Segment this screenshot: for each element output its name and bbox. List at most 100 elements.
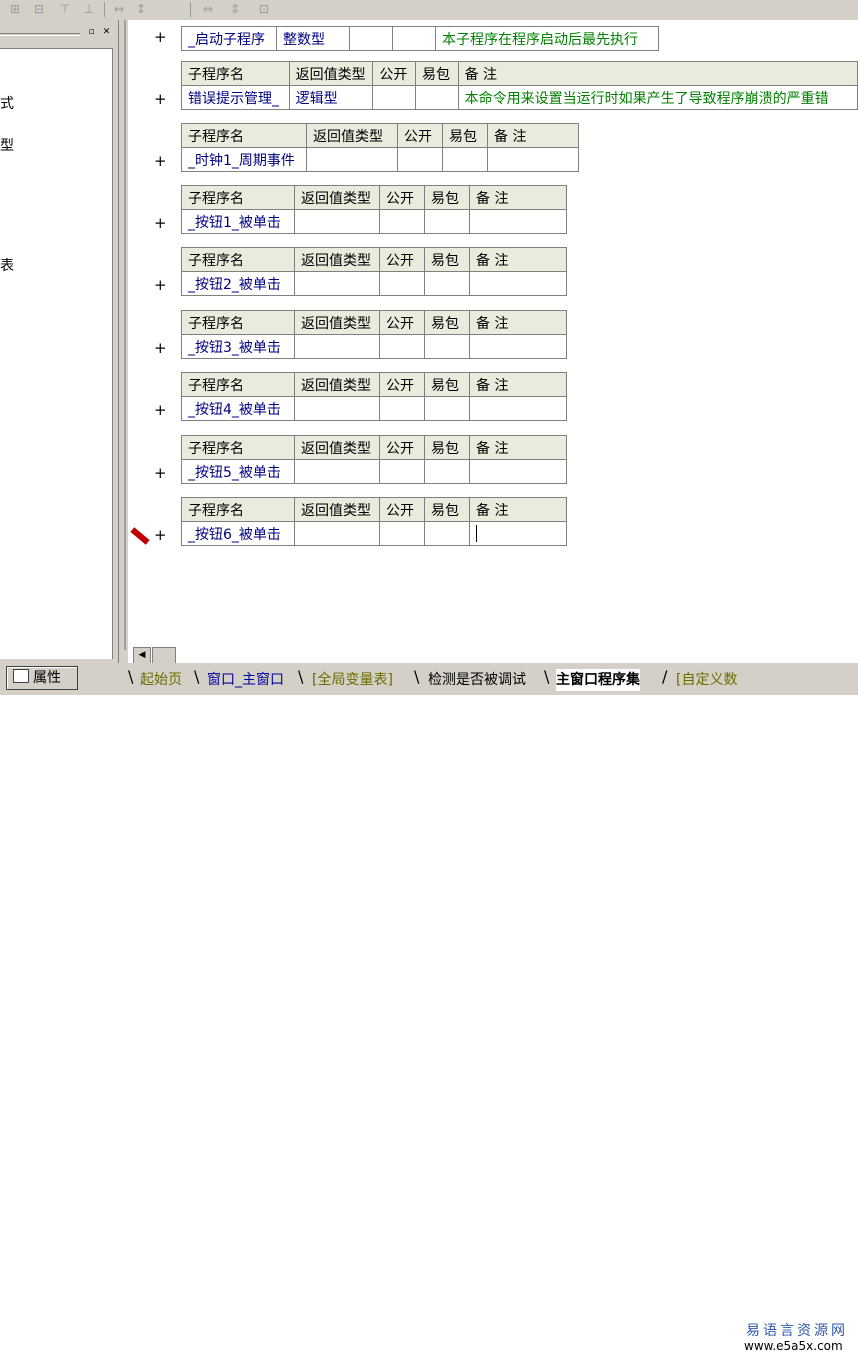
procedure-name-cell[interactable]: _按钮3_被单击	[181, 334, 295, 359]
properties-icon	[13, 669, 29, 683]
scroll-left-icon[interactable]: ◀	[133, 647, 151, 664]
header-name: 子程序名	[181, 497, 295, 522]
height-icon[interactable]: ⇕	[226, 1, 244, 17]
size-icon[interactable]: ⊡	[254, 1, 274, 17]
remark-cell[interactable]	[487, 147, 579, 172]
procedure-name-cell[interactable]: _按钮2_被单击	[181, 271, 295, 296]
header-remark: 备 注	[457, 61, 858, 86]
return-type-cell[interactable]	[294, 396, 380, 421]
return-type-cell[interactable]	[294, 334, 380, 359]
header-easy-pack: 易包	[424, 372, 470, 397]
return-type-cell[interactable]: 逻辑型	[288, 85, 374, 110]
return-type-cell[interactable]	[294, 209, 380, 234]
tab-main-window-module[interactable]: 主窗口程序集	[556, 669, 640, 691]
header-return-type: 返回值类型	[294, 497, 380, 522]
expand-button[interactable]: +	[154, 28, 167, 46]
header-easy-pack: 易包	[424, 435, 470, 460]
return-type-cell[interactable]	[294, 521, 380, 546]
watermark-title: 易语言资源网	[746, 1323, 848, 1339]
header-easy-pack: 易包	[414, 61, 459, 86]
procedure-name-cell[interactable]: _启动子程序	[181, 26, 277, 51]
text-caret	[476, 525, 477, 542]
scroll-thumb[interactable]	[152, 647, 176, 664]
public-cell[interactable]	[379, 209, 425, 234]
expand-button[interactable]: +	[154, 401, 167, 419]
tab-divider: \	[544, 667, 550, 686]
editor-margin-line	[124, 20, 126, 650]
easy-pack-cell[interactable]	[424, 459, 470, 484]
procedure-table: 子程序名 返回值类型 公开 易包 备 注 _按钮6_被单击	[181, 497, 567, 546]
horizontal-scrollbar[interactable]: ◀	[128, 645, 858, 664]
return-type-cell[interactable]	[294, 459, 380, 484]
tab-global-vars[interactable]: [全局变量表]	[312, 669, 393, 691]
easy-pack-cell[interactable]	[424, 396, 470, 421]
code-editor[interactable]: + _启动子程序 整数型 本子程序在程序启动后最先执行 子程序名 返回值类型 公…	[128, 20, 858, 648]
remark-cell-active[interactable]	[469, 521, 567, 546]
expand-button[interactable]: +	[154, 526, 167, 544]
align-left-icon[interactable]: ⊞	[6, 1, 24, 17]
header-remark: 备 注	[469, 372, 567, 397]
remark-cell[interactable]	[469, 396, 567, 421]
remark-cell[interactable]	[469, 459, 567, 484]
tab-custom-types[interactable]: [自定义数	[676, 669, 737, 691]
align-middle-icon[interactable]: ⊥	[80, 1, 98, 17]
return-type-cell[interactable]	[294, 271, 380, 296]
easy-pack-cell[interactable]	[424, 209, 470, 234]
spacing-v-icon[interactable]: ↕	[132, 1, 150, 17]
procedure-name-cell[interactable]: _按钮6_被单击	[181, 521, 295, 546]
header-name: 子程序名	[181, 310, 295, 335]
procedure-name-cell[interactable]: _按钮4_被单击	[181, 396, 295, 421]
header-public: 公开	[379, 185, 425, 210]
easy-pack-cell[interactable]	[442, 147, 488, 172]
return-type-cell[interactable]: 整数型	[276, 26, 350, 51]
easy-pack-cell[interactable]	[424, 521, 470, 546]
public-cell[interactable]	[379, 459, 425, 484]
remark-cell[interactable]: 本子程序在程序启动后最先执行	[435, 26, 659, 51]
expand-button[interactable]: +	[154, 214, 167, 232]
remark-cell[interactable]	[469, 271, 567, 296]
procedure-table: 子程序名 返回值类型 公开 易包 备 注 _按钮3_被单击	[181, 310, 567, 359]
public-cell[interactable]	[379, 521, 425, 546]
header-name: 子程序名	[181, 61, 290, 86]
spacing-h-icon[interactable]: ↔	[110, 1, 128, 17]
properties-label: 属性	[33, 670, 61, 686]
procedure-name-cell[interactable]: 错误提示管理_	[181, 85, 290, 110]
expand-button[interactable]: +	[154, 276, 167, 294]
public-cell[interactable]	[379, 271, 425, 296]
tab-main-window[interactable]: 窗口_主窗口	[207, 669, 284, 691]
easy-pack-cell[interactable]	[424, 271, 470, 296]
expand-button[interactable]: +	[154, 90, 167, 108]
expand-button[interactable]: +	[154, 152, 167, 170]
left-panel-list[interactable]: 式 型 表	[0, 48, 113, 659]
remark-cell[interactable]	[469, 209, 567, 234]
return-type-cell[interactable]	[306, 147, 398, 172]
close-icon[interactable]: ✕	[101, 27, 112, 38]
public-cell[interactable]	[379, 334, 425, 359]
header-remark: 备 注	[487, 123, 579, 148]
easy-pack-cell[interactable]	[414, 85, 459, 110]
properties-button[interactable]: 属性	[6, 666, 78, 690]
width-icon[interactable]: ⇔	[198, 1, 218, 17]
tab-divider: \	[194, 667, 200, 686]
list-item-fragment: 型	[0, 138, 14, 154]
public-cell[interactable]	[397, 147, 443, 172]
header-return-type: 返回值类型	[294, 247, 380, 272]
remark-cell[interactable]: 本命令用来设置当运行时如果产生了导致程序崩溃的严重错	[457, 85, 858, 110]
align-top-icon[interactable]: ⊤	[56, 1, 74, 17]
expand-button[interactable]: +	[154, 339, 167, 357]
expand-button[interactable]: +	[154, 464, 167, 482]
public-cell[interactable]	[379, 396, 425, 421]
tab-debug-check[interactable]: 检测是否被调试	[428, 669, 526, 691]
tab-start-page[interactable]: 起始页	[140, 669, 182, 691]
public-cell[interactable]	[349, 26, 393, 51]
remark-cell[interactable]	[469, 334, 567, 359]
procedure-name-cell[interactable]: _按钮5_被单击	[181, 459, 295, 484]
restore-icon[interactable]: ▫	[86, 27, 97, 38]
procedure-name-cell[interactable]: _时钟1_周期事件	[181, 147, 307, 172]
public-cell[interactable]	[372, 85, 416, 110]
align-center-icon[interactable]: ⊟	[30, 1, 48, 17]
header-return-type: 返回值类型	[294, 435, 380, 460]
procedure-name-cell[interactable]: _按钮1_被单击	[181, 209, 295, 234]
easy-pack-cell[interactable]	[424, 334, 470, 359]
easy-pack-cell[interactable]	[392, 26, 436, 51]
